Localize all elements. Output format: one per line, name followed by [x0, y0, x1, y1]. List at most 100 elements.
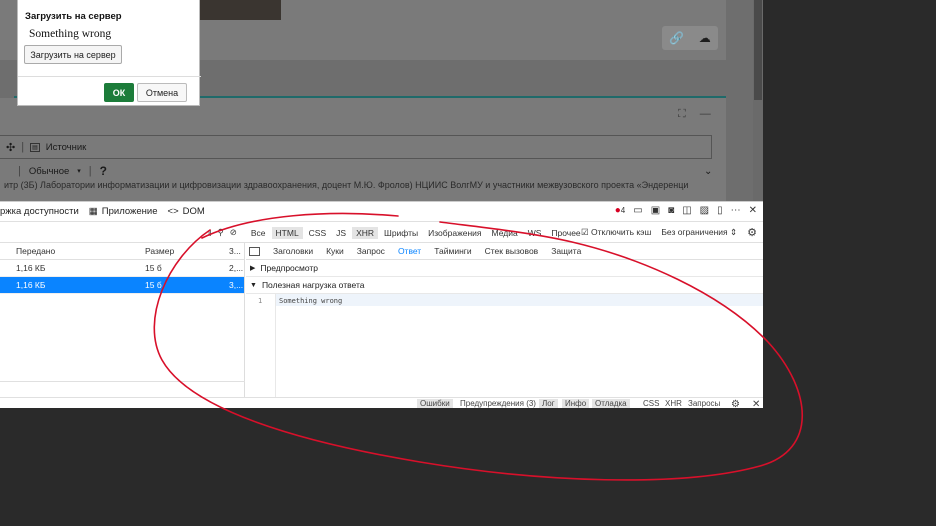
- tab-request[interactable]: Запрос: [357, 246, 385, 256]
- ok-button[interactable]: ОК: [104, 83, 134, 102]
- measure-icon[interactable]: ▨: [700, 205, 709, 216]
- code-brackets-icon: <>: [167, 206, 179, 217]
- tab-label: DOM: [182, 206, 205, 217]
- network-filter-bar: ‖ ⚲ ⊘ Все HTML CSS JS XHR Шрифты Изображ…: [0, 223, 763, 243]
- filter-other[interactable]: Прочее: [547, 227, 584, 239]
- column-time[interactable]: 3...: [229, 246, 241, 256]
- payload-section[interactable]: ▼ Полезная нагрузка ответа: [246, 277, 763, 294]
- cell-transferred: 1,16 КБ: [16, 280, 46, 290]
- rulers-icon[interactable]: ◫: [682, 205, 691, 216]
- close-icon[interactable]: ✕: [749, 205, 757, 216]
- link-icon[interactable]: 🔗: [669, 31, 684, 45]
- filter-css[interactable]: CSS: [305, 227, 330, 239]
- filter-requests[interactable]: Запросы: [685, 399, 723, 408]
- editor-window-controls: ⛶—: [678, 108, 725, 121]
- detail-tabs: Заголовки Куки Запрос Ответ Тайминги Сте…: [246, 243, 763, 260]
- tab-headers[interactable]: Заголовки: [273, 246, 313, 256]
- dock-icon[interactable]: ▯: [717, 205, 723, 216]
- pause-icon[interactable]: ‖: [208, 228, 212, 238]
- grid-icon: ▦: [88, 206, 98, 217]
- throttle-select[interactable]: Без ограничения ⇕: [661, 227, 737, 238]
- maximize-icon[interactable]: ⛶: [678, 108, 700, 120]
- fullscreen-icon[interactable]: ✣: [6, 141, 15, 154]
- table-row-selected[interactable]: 1,16 КБ 15 б 3,...: [0, 277, 244, 294]
- filter-errors[interactable]: Ошибки: [417, 399, 453, 408]
- format-select[interactable]: Обычное: [29, 166, 69, 177]
- webpage-viewport: 🔗 ☁ ⛶— ✣ | ▤ Источник | Обычное ▾ | ? ⌄ …: [0, 0, 763, 201]
- cloud-download-icon[interactable]: ☁: [699, 31, 711, 45]
- cell-size: 15 б: [145, 280, 162, 290]
- filter-fonts[interactable]: Шрифты: [380, 227, 422, 239]
- table-row[interactable]: 1,16 КБ 15 б 2,...: [0, 260, 244, 277]
- tab-application[interactable]: ▦ Приложение: [89, 206, 158, 217]
- editor-text-line[interactable]: итр (3Б) Лаборатории информатизации и ци…: [0, 180, 712, 192]
- chevron-right-icon: ▶: [250, 265, 256, 272]
- tab-accessibility[interactable]: ржка доступности: [0, 206, 79, 217]
- expand-icon[interactable]: ⌄: [704, 166, 712, 177]
- error-icon[interactable]: ●4: [615, 205, 626, 216]
- line-number: 1: [246, 294, 276, 397]
- dialog-title: Загрузить на сервер: [25, 11, 122, 22]
- tab-dom[interactable]: <> DOM: [168, 206, 205, 217]
- filter-ws[interactable]: WS: [524, 227, 546, 239]
- console-filter-bar: Ошибки Предупреждения (3) Лог Инфо Отлад…: [0, 397, 763, 410]
- sidebar-toggle-icon[interactable]: [249, 246, 260, 256]
- tab-cookies[interactable]: Куки: [326, 246, 344, 256]
- cancel-button[interactable]: Отмена: [137, 83, 187, 102]
- filter-warnings[interactable]: Предупреждения (3): [457, 399, 539, 408]
- source-icon[interactable]: ▤: [30, 142, 40, 152]
- filter-xhr-console[interactable]: XHR: [662, 399, 685, 408]
- picker-icon[interactable]: ▣: [651, 205, 660, 216]
- disable-cache-checkbox[interactable]: ☑ Отключить кэш: [581, 227, 651, 238]
- console-close-icon[interactable]: ✕: [749, 399, 763, 410]
- filter-all[interactable]: Все: [247, 227, 270, 239]
- filter-debug[interactable]: Отладка: [592, 399, 630, 408]
- filter-log[interactable]: Лог: [539, 399, 558, 408]
- upload-button[interactable]: Загрузить на сервер: [24, 45, 122, 64]
- chevron-down-icon[interactable]: ▾: [77, 167, 81, 175]
- filter-images[interactable]: Изображения: [424, 227, 485, 239]
- filter-options: ☑ Отключить кэш Без ограничения ⇕ ⚙: [581, 226, 757, 239]
- filter-info[interactable]: Инфо: [562, 399, 590, 408]
- search-icon[interactable]: ⚲: [218, 227, 224, 238]
- page-scrollbar[interactable]: [753, 0, 763, 201]
- toolbar-separator: |: [18, 165, 21, 177]
- cell-time: 3,...: [229, 280, 244, 290]
- tab-stack-trace[interactable]: Стек вызовов: [485, 246, 539, 256]
- preview-section[interactable]: ▶ Предпросмотр: [246, 260, 763, 277]
- dialog-divider: [18, 76, 201, 77]
- tab-security[interactable]: Защита: [551, 246, 581, 256]
- scrollbar-thumb[interactable]: [754, 0, 762, 100]
- column-transferred[interactable]: Передано: [16, 246, 55, 256]
- tab-label: Приложение: [101, 206, 158, 217]
- responsive-icon[interactable]: ▭: [633, 205, 642, 216]
- source-button[interactable]: Источник: [46, 142, 87, 153]
- chevron-down-icon: ▼: [250, 281, 257, 289]
- filter-xhr[interactable]: XHR: [352, 226, 379, 239]
- minimize-icon[interactable]: —: [700, 108, 725, 120]
- tab-timings[interactable]: Тайминги: [434, 246, 471, 256]
- filter-html[interactable]: HTML: [271, 226, 303, 239]
- devtools-toolbar: ржка доступности ▦ Приложение <> DOM ●4 ▭ …: [0, 202, 763, 222]
- code-line[interactable]: Something wrong: [276, 294, 763, 306]
- image-thumbnail: [199, 0, 281, 20]
- editor-toolbar: ✣ | ▤ Источник: [0, 135, 712, 159]
- filter-js[interactable]: JS: [332, 227, 350, 239]
- request-list-header: Передано Размер 3...: [0, 243, 244, 260]
- error-count: 4: [620, 206, 626, 215]
- response-code-view[interactable]: 1 Something wrong: [246, 294, 763, 397]
- screenshot-icon[interactable]: ◙: [668, 205, 674, 216]
- help-button[interactable]: ?: [100, 164, 107, 178]
- console-settings-icon[interactable]: ⚙: [728, 399, 743, 410]
- column-size[interactable]: Размер: [145, 246, 174, 256]
- tab-response[interactable]: Ответ: [398, 246, 421, 256]
- disable-cache-label: Отключить кэш: [591, 227, 652, 237]
- filter-media[interactable]: Медиа: [488, 227, 522, 239]
- more-icon[interactable]: ⋯: [731, 205, 741, 216]
- request-list-scrollbar[interactable]: [0, 381, 245, 397]
- block-icon[interactable]: ⊘: [230, 227, 237, 238]
- filter-css-console[interactable]: CSS: [640, 399, 662, 408]
- settings-gear-icon[interactable]: ⚙: [747, 226, 757, 239]
- response-detail-panel: Заголовки Куки Запрос Ответ Тайминги Сте…: [246, 243, 763, 397]
- editor-format-toolbar: | Обычное ▾ | ? ⌄: [0, 160, 712, 182]
